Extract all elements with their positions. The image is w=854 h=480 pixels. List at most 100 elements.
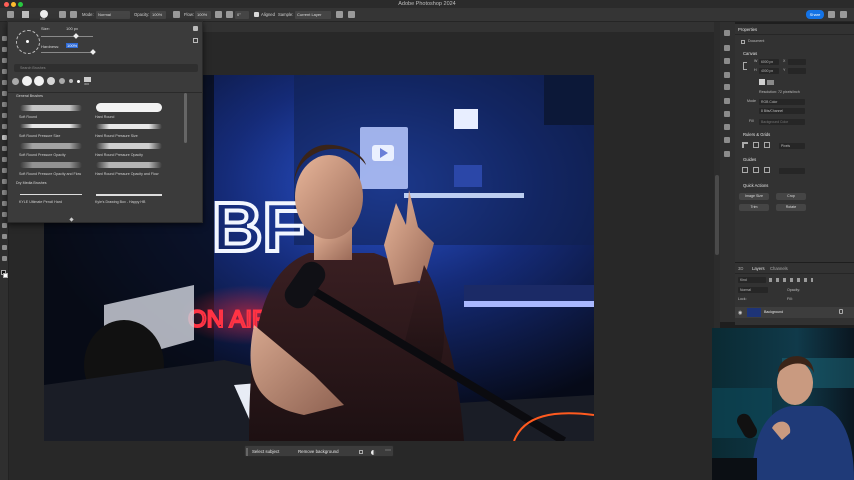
brush-settings-panel-icon[interactable] bbox=[724, 72, 730, 78]
fill-select[interactable]: Background Color bbox=[759, 119, 805, 125]
guide-color-select[interactable] bbox=[779, 168, 805, 174]
hardness-slider-handle[interactable] bbox=[90, 49, 96, 55]
brush-name[interactable]: Soft Round bbox=[19, 115, 37, 119]
share-button[interactable]: Share bbox=[806, 10, 824, 19]
pressure-size-icon[interactable] bbox=[348, 11, 355, 18]
height-field[interactable]: 4000 px bbox=[759, 68, 779, 74]
recent-brush-2[interactable] bbox=[22, 76, 32, 86]
quick-actions-header[interactable]: Quick Actions bbox=[743, 183, 768, 188]
lock-guides-icon[interactable] bbox=[753, 167, 759, 173]
opacity-field[interactable]: 100% bbox=[150, 11, 166, 19]
search-icon[interactable] bbox=[828, 11, 835, 18]
angle-field[interactable]: 0° bbox=[235, 11, 249, 19]
guides-icon[interactable] bbox=[742, 167, 748, 173]
brush-name[interactable]: Soft Round Pressure Opacity and Flow bbox=[19, 172, 81, 176]
brush-name[interactable]: KYLE Ultimate Pencil Hard bbox=[19, 200, 62, 204]
layer-filter-icons[interactable] bbox=[769, 278, 813, 282]
properties-tab[interactable]: Properties bbox=[738, 27, 757, 32]
home-icon[interactable] bbox=[7, 11, 14, 18]
brush-stroke-preview[interactable] bbox=[20, 194, 82, 195]
tab-3d[interactable]: 3D bbox=[738, 266, 743, 271]
y-field[interactable] bbox=[788, 68, 806, 74]
brush-name[interactable]: Hard Round bbox=[95, 115, 114, 119]
brush-stroke-preview[interactable] bbox=[96, 103, 162, 112]
guides-header[interactable]: Guides bbox=[743, 157, 756, 162]
clone-source-panel-icon[interactable] bbox=[724, 84, 730, 90]
size-slider-handle[interactable] bbox=[73, 33, 79, 39]
mode-select[interactable]: Normal bbox=[96, 11, 130, 19]
brush-stroke-preview[interactable] bbox=[20, 124, 82, 128]
hand-tool-icon[interactable] bbox=[2, 245, 7, 250]
recent-brush-1[interactable] bbox=[12, 78, 19, 85]
brush-name[interactable]: Hard Round Pressure Opacity and Flow bbox=[95, 172, 159, 176]
remove-background-button[interactable]: Remove background bbox=[298, 446, 339, 458]
visibility-eye-icon[interactable]: ◉ bbox=[738, 310, 742, 316]
history-panel-icon[interactable] bbox=[724, 30, 730, 36]
more-options-icon[interactable]: ⋯ bbox=[385, 447, 391, 454]
rulers-icon[interactable] bbox=[742, 142, 748, 148]
aligned-checkbox[interactable] bbox=[254, 12, 259, 17]
clone-source-icon[interactable] bbox=[70, 11, 77, 18]
recent-brush-7[interactable] bbox=[77, 80, 80, 83]
panel-resize-handle[interactable] bbox=[69, 217, 74, 222]
character-panel-icon[interactable] bbox=[724, 124, 730, 130]
new-preset-icon[interactable] bbox=[193, 38, 198, 43]
layer-kind-filter[interactable]: Kind bbox=[738, 277, 766, 283]
brush-angle-handle[interactable] bbox=[26, 40, 29, 43]
trim-button[interactable]: Trim bbox=[739, 204, 769, 211]
blend-mode-select[interactable]: Normal bbox=[738, 287, 768, 293]
workspace-icon[interactable] bbox=[840, 11, 847, 18]
airbrush-icon[interactable] bbox=[215, 11, 222, 18]
ruler-units-select[interactable]: Pixels bbox=[779, 143, 805, 149]
transform-icon[interactable] bbox=[359, 450, 363, 454]
tab-layers[interactable]: Layers bbox=[752, 266, 765, 271]
clear-guides-icon[interactable] bbox=[764, 167, 770, 173]
flow-field[interactable]: 100% bbox=[195, 11, 211, 19]
brush-stroke-preview[interactable] bbox=[96, 194, 162, 196]
width-field[interactable]: 6000 px bbox=[759, 59, 779, 65]
zoom-tool-icon[interactable] bbox=[2, 256, 7, 261]
brush-name[interactable]: Hard Round Pressure Opacity bbox=[95, 153, 143, 157]
gear-icon[interactable] bbox=[193, 26, 198, 31]
brush-stroke-preview[interactable] bbox=[20, 143, 82, 149]
sample-select[interactable]: Current Layer bbox=[295, 11, 331, 19]
rotate-button[interactable]: Rotate bbox=[776, 204, 806, 211]
hardness-slider-track[interactable] bbox=[41, 52, 93, 53]
size-value-field[interactable]: 100 px bbox=[66, 26, 78, 31]
swatches-panel-icon[interactable] bbox=[724, 58, 730, 64]
select-subject-button[interactable]: Select subject bbox=[252, 446, 279, 458]
color-panel-icon[interactable] bbox=[724, 45, 730, 51]
drag-handle[interactable] bbox=[246, 448, 248, 456]
ignore-adjustment-layers-icon[interactable] bbox=[336, 11, 343, 18]
brush-search-input[interactable]: Search Brushes bbox=[14, 64, 198, 72]
recent-brush-6[interactable] bbox=[69, 79, 73, 83]
brush-name[interactable]: Soft Round Pressure Opacity bbox=[19, 153, 66, 157]
recent-brush-4[interactable] bbox=[47, 77, 55, 85]
grid-icon[interactable] bbox=[753, 142, 759, 148]
layer-name[interactable]: Background bbox=[764, 310, 783, 314]
brush-name[interactable]: Soft Round Pressure Size bbox=[19, 134, 60, 138]
brush-stroke-preview[interactable] bbox=[20, 105, 82, 111]
size-slider-track[interactable] bbox=[41, 36, 93, 37]
pixel-grid-icon[interactable] bbox=[764, 142, 770, 148]
image-size-button[interactable]: Image Size bbox=[739, 193, 769, 200]
x-field[interactable] bbox=[788, 59, 806, 65]
recent-brush-3[interactable] bbox=[34, 76, 44, 86]
glyphs-panel-icon[interactable] bbox=[724, 151, 730, 157]
color-mode-select[interactable]: RGB Color bbox=[759, 99, 805, 105]
pressure-opacity-icon[interactable] bbox=[173, 11, 180, 18]
brush-stroke-preview[interactable] bbox=[20, 162, 82, 168]
brush-stroke-preview[interactable] bbox=[96, 124, 162, 129]
background-color-swatch[interactable] bbox=[3, 273, 8, 278]
link-dimensions-icon[interactable] bbox=[743, 62, 747, 70]
clone-stamp-tool-icon[interactable] bbox=[22, 11, 29, 18]
canvas-header[interactable]: Canvas bbox=[743, 51, 757, 56]
bit-depth-select[interactable]: 8 Bits/Channel bbox=[759, 108, 805, 114]
scrollbar-thumb[interactable] bbox=[715, 175, 719, 255]
brush-stroke-preview[interactable] bbox=[96, 143, 162, 149]
group-dry-media-brushes[interactable]: Dry Media Brushes bbox=[16, 181, 47, 185]
hardness-value-field[interactable]: 100% bbox=[66, 43, 79, 48]
shape-tool-icon[interactable] bbox=[2, 234, 7, 239]
paragraph-panel-icon[interactable] bbox=[724, 137, 730, 143]
brush-name[interactable]: Hard Round Pressure Size bbox=[95, 134, 138, 138]
